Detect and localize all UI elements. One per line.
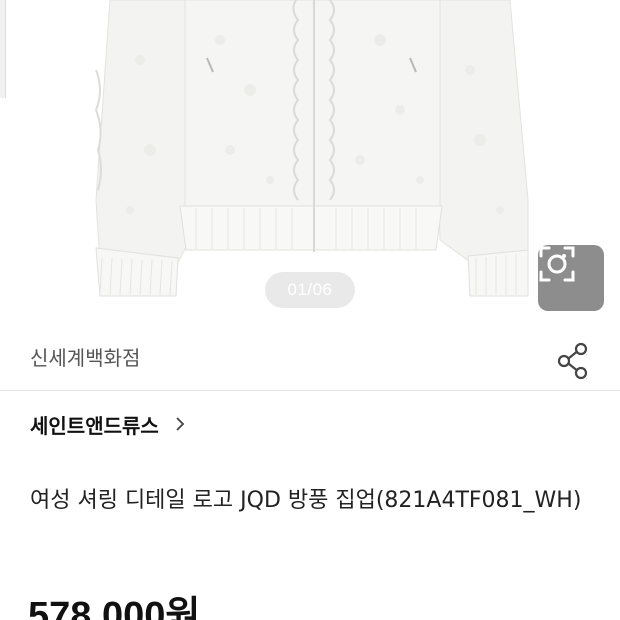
brand-link[interactable]: 세인트앤드류스	[30, 410, 187, 438]
chevron-right-icon	[176, 417, 185, 431]
image-search-button[interactable]	[538, 245, 604, 311]
product-price: 578,000원	[28, 595, 201, 620]
store-name[interactable]: 신세계백화점	[30, 342, 140, 371]
image-counter: 01/06	[265, 272, 355, 308]
store-row: 신세계백화점	[0, 326, 620, 391]
brand-name: 세인트앤드류스	[30, 413, 159, 438]
side-panel-tab[interactable]	[0, 0, 6, 98]
product-title: 여성 셔링 디테일 로고 JQD 방풍 집업(821A4TF081_WH)	[30, 488, 582, 513]
product-detail-page: 01/06 신세계백화점 세인트앤드류스 여성 셔링 디테일 로고 JQD 방풍…	[0, 0, 620, 620]
share-icon	[557, 342, 588, 380]
camera-lens-icon	[539, 246, 575, 282]
product-image-gallery[interactable]: 01/06	[0, 0, 620, 325]
share-button[interactable]	[555, 342, 591, 380]
image-counter-text: 01/06	[287, 280, 333, 299]
